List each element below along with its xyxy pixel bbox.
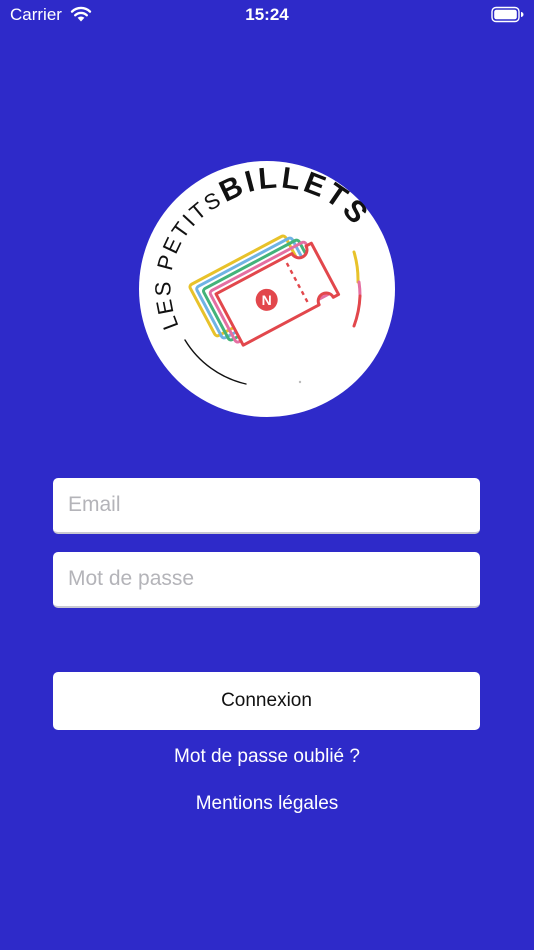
battery-icon <box>491 6 524 23</box>
ticket-badge-letter: N <box>262 292 272 308</box>
legal-notice-link[interactable]: Mentions légales <box>0 792 534 816</box>
login-button[interactable]: Connexion <box>53 672 480 730</box>
forgot-password-link[interactable]: Mot de passe oublié ? <box>0 745 534 769</box>
status-time: 15:24 <box>245 5 289 24</box>
app-logo: LES PETITS BILLETS N <box>139 161 395 417</box>
email-input[interactable] <box>53 478 480 534</box>
password-input[interactable] <box>53 552 480 608</box>
status-bar: Carrier 15:24 <box>0 0 534 30</box>
